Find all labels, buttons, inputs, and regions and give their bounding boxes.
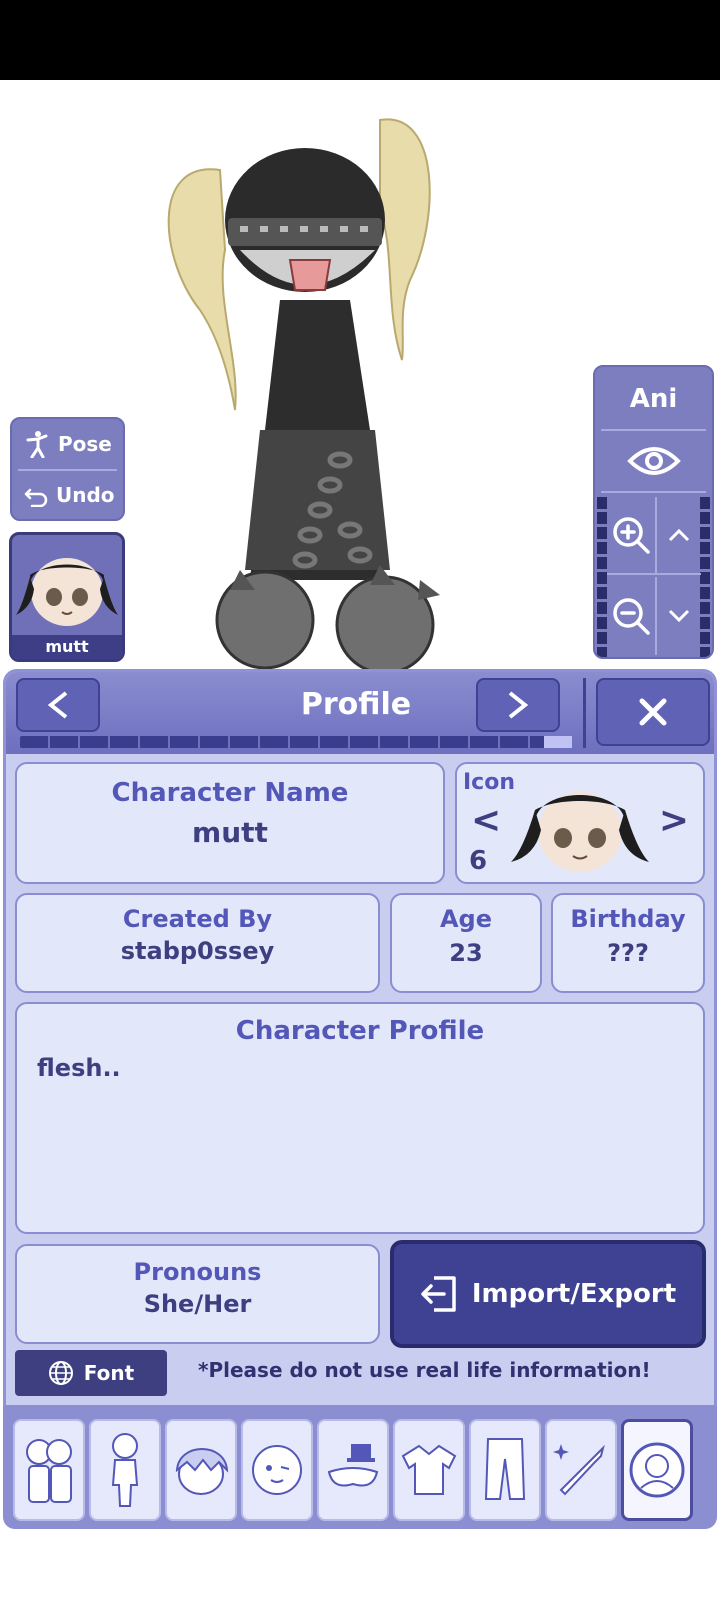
tab-accessories[interactable] (317, 1419, 389, 1521)
zoom-out-button[interactable] (607, 577, 657, 655)
pronouns-field[interactable]: Pronouns She/Her (15, 1244, 380, 1344)
move-up-button[interactable] (657, 497, 701, 575)
close-icon (639, 698, 667, 726)
face-icon (252, 1445, 302, 1495)
category-tabbar (3, 1405, 717, 1529)
age-label: Age (439, 905, 493, 933)
zoom-out-icon (613, 598, 650, 635)
import-icon (421, 1276, 456, 1312)
pose-undo-panel: Pose Undo (10, 417, 125, 521)
character-profile-field[interactable]: Character Profile flesh.. (15, 1002, 705, 1234)
pronouns-value: She/Her (143, 1290, 252, 1318)
tab-profile[interactable] (621, 1419, 693, 1521)
import-export-label: Import/Export (471, 1279, 677, 1309)
pose-label: Pose (58, 432, 112, 456)
header-divider (583, 678, 586, 748)
close-button[interactable] (596, 678, 710, 746)
hair-icon (175, 1448, 229, 1495)
zoom-in-icon (613, 517, 650, 554)
move-down-button[interactable] (657, 577, 701, 655)
font-button[interactable]: Font (15, 1350, 167, 1396)
accessory-icon (327, 1444, 379, 1487)
prev-page-button[interactable] (16, 678, 100, 732)
zoom-in-button[interactable] (607, 497, 657, 575)
pose-button[interactable]: Pose (12, 419, 123, 469)
panel-header: Profile (6, 672, 714, 754)
eye-icon (626, 447, 681, 475)
character-slot-name: mutt (12, 635, 122, 659)
tab-weapons[interactable] (545, 1419, 617, 1521)
birthday-value: ??? (607, 939, 649, 967)
chevron-left-icon (47, 691, 68, 719)
status-bar (0, 0, 720, 80)
font-label: Font (83, 1361, 135, 1385)
icon-selector: Icon < 6 > (455, 762, 705, 884)
chevron-up-icon (668, 528, 690, 542)
character-name-label: Character Name (111, 778, 349, 808)
globe-icon (48, 1361, 73, 1385)
ani-button[interactable]: Ani (601, 367, 706, 431)
age-value: 23 (449, 939, 483, 967)
character-profile-label: Character Profile (235, 1016, 485, 1046)
zoom-grid (595, 497, 712, 657)
privacy-notice: *Please do not use real life information… (198, 1358, 651, 1382)
page-title: Profile (300, 687, 412, 722)
tab-bottoms[interactable] (469, 1419, 541, 1521)
tab-tops[interactable] (393, 1419, 465, 1521)
body-icon (111, 1433, 139, 1507)
icon-number: 6 (469, 846, 488, 876)
page-progress (20, 736, 572, 748)
import-export-button[interactable]: Import/Export (390, 1240, 706, 1348)
view-controls: Ani (593, 365, 714, 659)
bottom-icon (484, 1438, 526, 1500)
icon-prev-button[interactable]: < (471, 800, 501, 841)
profile-icon (629, 1442, 685, 1498)
undo-icon (24, 488, 48, 507)
character-name-field[interactable]: Character Name mutt (15, 762, 445, 884)
tab-body[interactable] (89, 1419, 161, 1521)
group-icon (26, 1439, 72, 1503)
page-progress-fill (544, 736, 572, 748)
character-slot[interactable]: mutt (9, 532, 125, 662)
top-icon (401, 1444, 457, 1495)
icon-next-button[interactable]: > (659, 800, 689, 841)
pose-icon (26, 431, 48, 458)
tab-face[interactable] (241, 1419, 313, 1521)
weapon-icon (553, 1444, 605, 1496)
character-icon-preview (511, 792, 649, 872)
character-profile-text: flesh.. (37, 1054, 121, 1082)
created-by-label: Created By (122, 905, 273, 933)
character-name-value: mutt (192, 816, 268, 849)
pronouns-label: Pronouns (133, 1258, 262, 1286)
visibility-toggle[interactable] (601, 431, 706, 493)
character-figure (167, 118, 440, 670)
birthday-field[interactable]: Birthday ??? (551, 893, 705, 993)
tab-hair[interactable] (165, 1419, 237, 1521)
tab-group[interactable] (13, 1419, 85, 1521)
chevron-down-icon (668, 609, 690, 623)
next-page-button[interactable] (476, 678, 560, 732)
undo-label: Undo (56, 483, 115, 507)
avatar (16, 558, 118, 626)
undo-button[interactable]: Undo (18, 469, 117, 519)
created-by-field[interactable]: Created By stabp0ssey (15, 893, 380, 993)
age-field[interactable]: Age 23 (390, 893, 542, 993)
chevron-right-icon (508, 691, 529, 719)
created-by-value: stabp0ssey (120, 937, 275, 965)
birthday-label: Birthday (570, 905, 686, 933)
